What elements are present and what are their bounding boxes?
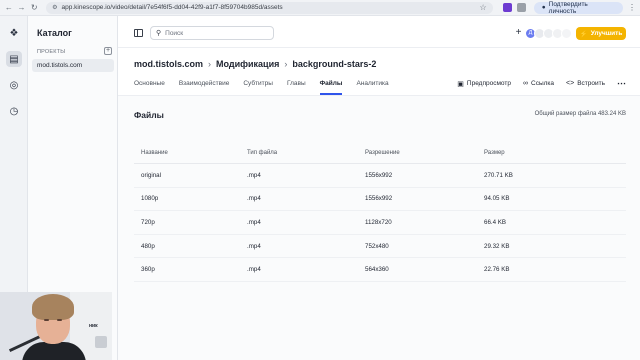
verify-identity-button[interactable]: ● Подтвердить личность [533, 1, 623, 15]
table-row[interactable]: 720p .mp4 1128x720 66.4 KB [134, 211, 626, 235]
sidebar-title: Каталог [37, 28, 72, 38]
chevron-right-icon: › [284, 59, 288, 69]
cell-type: .mp4 [247, 266, 261, 274]
breadcrumb: mod.tistols.com › Модификация › backgrou… [134, 59, 376, 69]
avatar-group[interactable]: Д [525, 28, 572, 39]
sidebar-item-project[interactable]: mod.tistols.com [32, 59, 114, 72]
tab-interaction[interactable]: Взаимодействие [179, 78, 229, 95]
cell-type: .mp4 [247, 218, 261, 226]
cell-name: original [141, 171, 161, 179]
presenter-eye [44, 319, 49, 321]
column-size: Размер [484, 149, 505, 156]
top-bar: ⚲ Поиск + Д ⚡ Улучшить [118, 16, 640, 48]
cell-type: .mp4 [247, 171, 261, 179]
kinescope-logo-icon[interactable]: ❖ [6, 25, 22, 41]
add-icon[interactable]: + [514, 28, 523, 38]
main-content: ⚲ Поиск + Д ⚡ Улучшить mod.tistols.com ›… [118, 16, 640, 360]
cell-resolution: 1556x992 [365, 195, 393, 203]
cell-size: 22.76 KB [484, 266, 510, 274]
tab-chapters[interactable]: Главы [287, 78, 306, 95]
reload-icon[interactable]: ↻ [29, 2, 39, 14]
cell-resolution: 564x360 [365, 266, 389, 274]
video-actions: ▣ Предпросмотр ∞ Ссылка <> Встроить ⋯ [457, 78, 626, 89]
presenter-hair [32, 294, 74, 320]
link-button[interactable]: ∞ Ссылка [523, 80, 554, 87]
files-table: Название Тип файла Разрешение Размер ori… [134, 142, 626, 282]
bookmark-star-icon[interactable]: ☆ [480, 3, 487, 12]
catalog-icon[interactable]: ▤ [6, 51, 22, 67]
projects-section-label: ПРОЕКТЫ [37, 49, 66, 55]
site-info-icon[interactable]: ⚙ [52, 4, 57, 11]
tab-analytics[interactable]: Аналитика [356, 78, 388, 95]
embed-button[interactable]: <> Встроить [566, 80, 605, 87]
cell-type: .mp4 [247, 242, 261, 250]
cell-resolution: 752x480 [365, 242, 389, 250]
table-row[interactable]: 480p .mp4 752x480 29.32 KB [134, 235, 626, 259]
add-project-icon[interactable]: + [104, 47, 112, 55]
total-size: Общий размер файла 483.24 KB [534, 111, 626, 117]
cell-resolution: 1556x992 [365, 171, 393, 179]
cell-size: 94.05 KB [484, 195, 510, 203]
url-text: app.kinescope.io/video/detail/7e54f6f5-d… [61, 4, 283, 11]
search-icon: ⚲ [156, 30, 162, 37]
link-icon: ∞ [523, 80, 528, 87]
address-bar[interactable]: ⚙ app.kinescope.io/video/detail/7e54f6f5… [46, 1, 493, 14]
webcam-background-box [95, 336, 107, 348]
tab-general[interactable]: Основные [134, 78, 165, 95]
bolt-icon: ⚡ [579, 30, 588, 38]
breadcrumb-folder[interactable]: Модификация [216, 59, 279, 69]
avatar-placeholder [561, 28, 572, 39]
browser-toolbar: ← → ↻ ⚙ app.kinescope.io/video/detail/7e… [0, 0, 640, 16]
preview-icon: ▣ [457, 80, 464, 88]
cell-name: 720p [141, 218, 155, 226]
breadcrumb-project[interactable]: mod.tistols.com [134, 59, 203, 69]
table-row[interactable]: 360p .mp4 564x360 22.76 KB [134, 258, 626, 282]
cell-name: 360p [141, 266, 155, 274]
live-stream-icon[interactable]: ◎ [6, 77, 22, 93]
cell-size: 270.71 KB [484, 171, 513, 179]
cell-size: 66.4 KB [484, 218, 507, 226]
chevron-right-icon: › [208, 59, 212, 69]
breadcrumb-video: background-stars-2 [292, 59, 377, 69]
cell-name: 1080p [141, 195, 159, 203]
profile-icon: ● [541, 4, 546, 11]
upgrade-button[interactable]: ⚡ Улучшить [576, 27, 626, 40]
tab-subtitles[interactable]: Субтитры [243, 78, 273, 95]
cell-size: 29.32 KB [484, 242, 510, 250]
table-header: Название Тип файла Разрешение Размер [134, 142, 626, 164]
column-name: Название [141, 149, 168, 156]
cell-resolution: 1128x720 [365, 218, 392, 226]
webcam-partial-label: ник [89, 323, 98, 329]
tab-bar: Основные Взаимодействие Субтитры Главы Ф… [134, 78, 389, 95]
column-resolution: Разрешение [365, 149, 400, 156]
preview-button[interactable]: ▣ Предпросмотр [457, 80, 511, 88]
extension-icon[interactable] [502, 3, 512, 12]
more-icon[interactable]: ⋯ [617, 78, 626, 89]
search-input[interactable]: ⚲ Поиск [150, 26, 274, 40]
code-icon: <> [566, 80, 575, 87]
sidebar-toggle-icon[interactable] [134, 29, 143, 37]
cell-name: 480p [141, 242, 155, 250]
extensions-puzzle-icon[interactable] [516, 3, 526, 12]
cell-type: .mp4 [247, 195, 261, 203]
analytics-icon[interactable]: ◷ [6, 103, 22, 119]
browser-menu-icon[interactable]: ⋮ [628, 3, 636, 12]
column-type: Тип файла [247, 149, 278, 156]
forward-icon[interactable]: → [17, 2, 27, 14]
back-icon[interactable]: ← [4, 2, 14, 14]
table-row[interactable]: original .mp4 1556x992 270.71 KB [134, 164, 626, 188]
table-row[interactable]: 1080p .mp4 1556x992 94.05 KB [134, 188, 626, 212]
files-title: Файлы [134, 110, 164, 120]
tab-files[interactable]: Файлы [319, 78, 343, 95]
webcam-overlay: ник [0, 292, 112, 360]
extensions [502, 3, 526, 12]
presenter-eye [57, 319, 62, 321]
